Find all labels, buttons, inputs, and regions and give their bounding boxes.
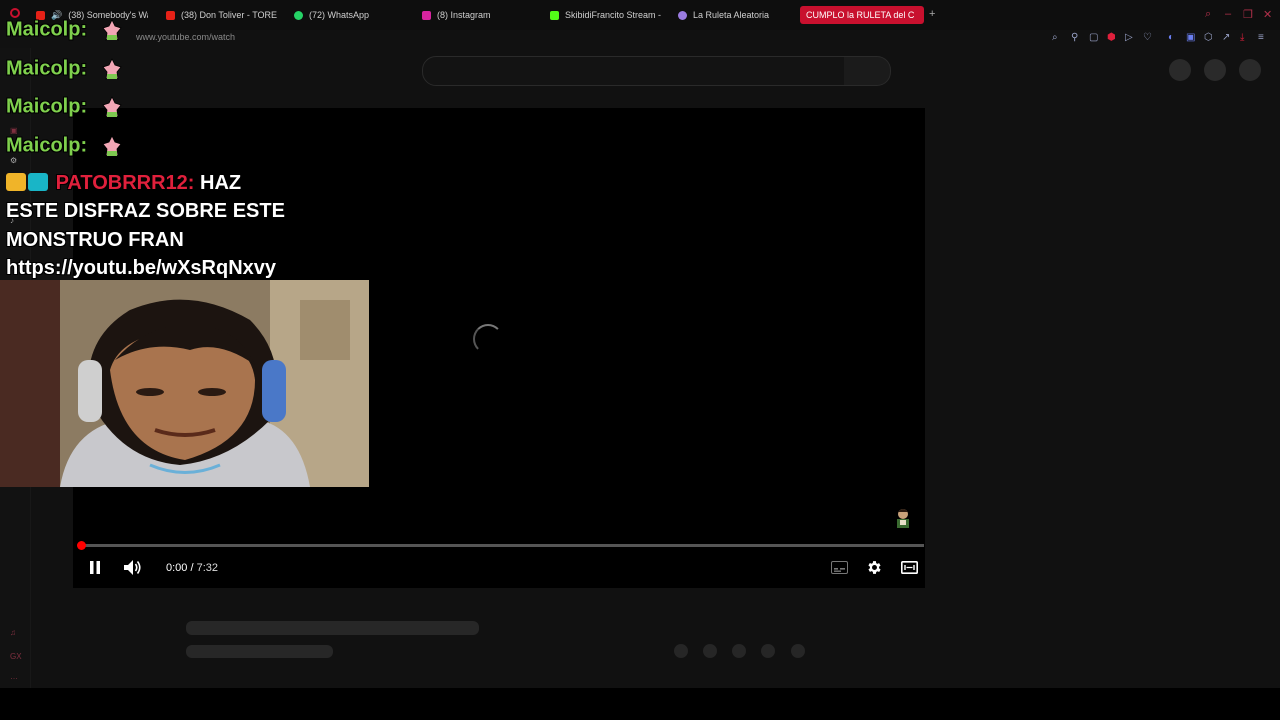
tab-5[interactable]: SkibidiFrancito Stream - [550, 6, 662, 24]
patrick-emote-icon [99, 95, 125, 119]
youtube-icon [166, 10, 175, 20]
channel-watermark-icon[interactable] [892, 505, 914, 529]
tab-label: CUMPLO la RULETA del C [806, 10, 915, 20]
tab-label: SkibidiFrancito Stream - [565, 10, 662, 20]
action-placeholder [791, 644, 805, 658]
theater-mode-icon[interactable] [901, 561, 918, 574]
patrick-emote-icon [99, 57, 125, 81]
action-placeholder [761, 644, 775, 658]
instagram-icon [422, 10, 431, 20]
tab-label: (8) Instagram [437, 10, 491, 20]
close-icon[interactable]: ✕ [1263, 8, 1272, 21]
chat-username: Maicolp: [6, 57, 88, 80]
new-tab-button[interactable]: + [929, 8, 935, 20]
chat-message: Maicolp: [6, 95, 125, 119]
kick-icon [550, 10, 559, 20]
vpn-icon[interactable]: ◐ [1168, 32, 1174, 43]
menu-icon[interactable]: ≡ [1258, 32, 1264, 43]
webcam-image [0, 280, 369, 487]
subscriber-badge-icon [28, 173, 48, 191]
channel-placeholder [186, 645, 333, 658]
url-text[interactable]: www.youtube.com/watch [136, 32, 235, 42]
play-icon[interactable]: ▷ [1125, 32, 1133, 43]
chat-text-line: ESTE DISFRAZ SOBRE ESTE [6, 200, 285, 222]
chat-message: Maicolp: [6, 18, 125, 42]
tab-label: (72) WhatsApp [309, 10, 370, 20]
volume-icon[interactable] [123, 559, 143, 576]
sidebar-music-icon[interactable]: ♫ [10, 628, 16, 637]
crown-badge-icon [6, 173, 26, 191]
progress-scrubber[interactable] [77, 541, 86, 550]
extensions-icon[interactable]: ⬡ [1204, 32, 1213, 43]
heart-icon[interactable]: ♡ [1143, 32, 1152, 43]
tab-6[interactable]: La Ruleta Aleatoria [678, 6, 788, 24]
chat-message: Maicolp: [6, 134, 125, 158]
search-button[interactable] [844, 56, 891, 86]
action-placeholder [703, 644, 717, 658]
title-placeholder [186, 621, 479, 635]
create-icon[interactable] [1169, 59, 1191, 81]
progress-bar[interactable] [80, 544, 924, 547]
search-input[interactable] [422, 56, 846, 86]
bottom-bar [0, 688, 1280, 720]
adblock-icon[interactable]: ⬢ [1107, 32, 1116, 43]
share-icon[interactable]: ↗ [1222, 32, 1230, 43]
action-placeholder [674, 644, 688, 658]
browser-tab-bar: 🔊 (38) Somebody's Wat (38) Don Toliver -… [0, 0, 1280, 31]
chat-username: Maicolp: [6, 134, 88, 157]
search-tabs-icon[interactable]: ⌕ [1205, 8, 1211, 21]
chat-username: Maicolp: [6, 95, 88, 118]
chat-username: Maicolp: [6, 18, 88, 41]
snapshot-icon[interactable]: ▢ [1089, 32, 1098, 43]
wheel-icon [678, 10, 687, 20]
tab-label: (38) Don Toliver - TORE [181, 10, 278, 20]
subtitles-icon[interactable] [831, 561, 848, 574]
tab-label: La Ruleta Aleatoria [693, 10, 770, 20]
settings-gear-icon[interactable] [866, 559, 883, 576]
avatar[interactable] [1239, 59, 1261, 81]
time-display: 0:00 / 7:32 [166, 562, 218, 574]
pause-icon[interactable] [88, 560, 102, 575]
sidebar-gx-icon[interactable]: GX [10, 652, 22, 661]
chat-text: HAZ [200, 172, 242, 194]
sidebar-more-icon[interactable]: … [10, 672, 18, 681]
chat-link: https://youtu.be/wXsRqNxvy [6, 257, 277, 279]
tab-4[interactable]: (8) Instagram [422, 6, 532, 24]
chat-message: Maicolp: [6, 57, 125, 81]
current-time: 0:00 [166, 562, 188, 574]
tab-active[interactable]: CUMPLO la RULETA del C [800, 6, 924, 24]
download-icon[interactable]: ⤓ [1240, 32, 1244, 43]
patrick-emote-icon [99, 18, 125, 42]
webcam-feed [0, 280, 369, 487]
notifications-icon[interactable] [1204, 59, 1226, 81]
tab-2[interactable]: (38) Don Toliver - TORE [166, 6, 278, 24]
zoom-icon[interactable]: ⌕ [1052, 32, 1058, 43]
action-placeholder [732, 644, 746, 658]
time-separator: / [187, 562, 197, 574]
chat-username: PATOBRRR12: [55, 172, 195, 194]
translate-icon[interactable]: ▣ [1186, 32, 1195, 43]
duration: 7:32 [196, 562, 219, 574]
patrick-emote-icon [99, 134, 125, 158]
chat-message-featured: PATOBRRR12: HAZ [6, 172, 241, 195]
loading-spinner-icon [473, 324, 503, 354]
pin-icon[interactable]: ⚲ [1071, 32, 1078, 43]
tab-3[interactable]: (72) WhatsApp [294, 6, 404, 24]
opera-logo-icon[interactable] [10, 8, 20, 18]
maximize-icon[interactable]: ❐ [1243, 8, 1253, 21]
chat-text-line: MONSTRUO FRAN [6, 229, 184, 251]
minimize-icon[interactable]: – [1225, 8, 1231, 20]
whatsapp-icon [294, 10, 303, 20]
